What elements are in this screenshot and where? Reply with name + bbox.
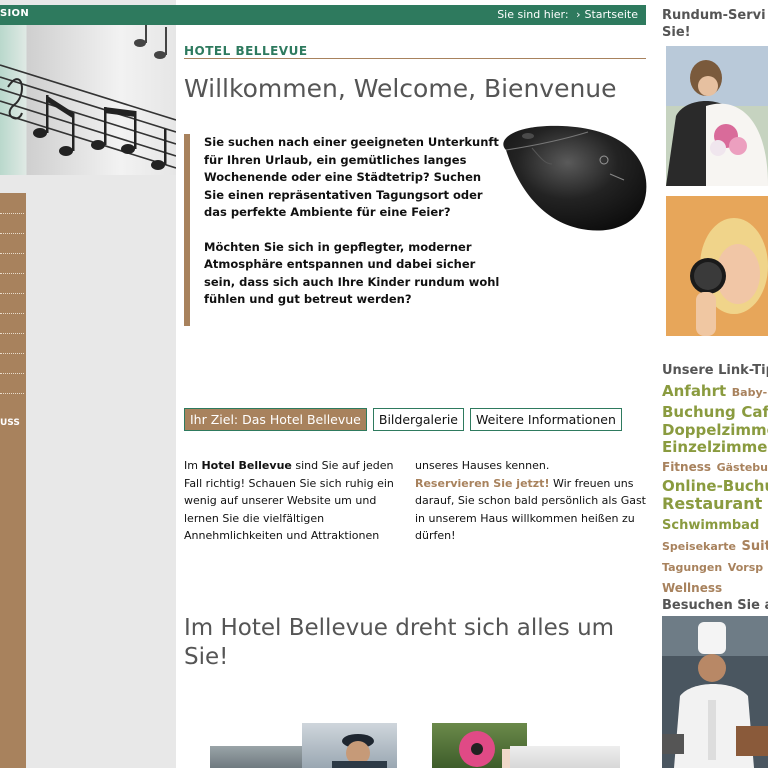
- tab-bildergalerie[interactable]: Bildergalerie: [372, 408, 465, 431]
- body-text-right: unseres Hauses kennen. Reservieren Sie je…: [415, 457, 646, 545]
- tag-anfahrt[interactable]: Anfahrt: [662, 382, 726, 400]
- intro-box: Sie suchen nach einer geeigneten Unterku…: [184, 134, 504, 326]
- nav-item-label[interactable]: USS: [0, 418, 20, 428]
- tab-hotel-bellevue[interactable]: Ihr Ziel: Das Hotel Bellevue: [184, 408, 367, 431]
- tag-vorspeisen[interactable]: Vorsp: [728, 561, 763, 574]
- nav-divider: [0, 273, 24, 274]
- top-bar: SION Sie sind hier: › Startseite: [0, 5, 646, 25]
- tag-cafe[interactable]: Café: [741, 403, 768, 421]
- tag-schwimmbad[interactable]: Schwimmbad: [662, 518, 759, 533]
- tag-baby[interactable]: Baby-S: [732, 386, 768, 399]
- nav-divider: [0, 213, 24, 214]
- gallery-photo-worker: [302, 723, 397, 768]
- nav-divider: [0, 373, 24, 374]
- nav-divider: [0, 353, 24, 354]
- tag-buchung[interactable]: Buchung: [662, 403, 736, 421]
- tab-bar: Ihr Ziel: Das Hotel Bellevue Bildergaler…: [184, 408, 622, 431]
- intro-paragraph-1: Sie suchen nach einer geeigneten Unterku…: [204, 135, 499, 219]
- gallery-photo: [510, 746, 620, 768]
- breadcrumb: Sie sind hier: › Startseite: [497, 8, 638, 21]
- nav-divider: [0, 313, 24, 314]
- section-title: Im Hotel Bellevue dreht sich alles um Si…: [184, 615, 615, 670]
- tag-restaurant[interactable]: Restaurant: [662, 494, 762, 513]
- link-tips-heading: Unsere Link-Tip: [662, 363, 768, 378]
- tag-tagungen[interactable]: Tagungen: [662, 561, 722, 574]
- tag-speisekarte[interactable]: Speisekarte: [662, 540, 736, 553]
- nav-divider: [0, 293, 24, 294]
- tag-einzelzimmer[interactable]: Einzelzimmer: [662, 438, 768, 456]
- woman-mirror-photo: [666, 196, 768, 336]
- intro-paragraph-2: Möchten Sie sich in gepflegter, moderner…: [204, 239, 500, 307]
- tag-suite[interactable]: Suite: [742, 539, 768, 554]
- wedding-photo: [666, 46, 768, 186]
- tag-gaestebuch[interactable]: Gästebuch: [717, 461, 768, 474]
- sheet-music-image: [0, 25, 176, 175]
- reserve-now-link[interactable]: Reservieren Sie jetzt!: [415, 477, 549, 490]
- version-label: SION: [0, 8, 29, 19]
- tag-wellness[interactable]: Wellness: [662, 581, 722, 595]
- nav-divider: [0, 333, 24, 334]
- tab-weitere-informationen[interactable]: Weitere Informationen: [470, 408, 622, 431]
- hotel-name-bold: Hotel Bellevue: [201, 459, 292, 472]
- nav-divider: [0, 233, 24, 234]
- breadcrumb-chevron-icon: ›: [576, 8, 581, 21]
- body-text: unseres Hauses kennen.: [415, 459, 550, 472]
- brand-divider: [184, 58, 646, 59]
- tag-online-buchung[interactable]: Online-Buchu: [662, 477, 768, 495]
- nav-divider: [0, 393, 24, 394]
- tag-doppelzimmer[interactable]: Doppelzimme: [662, 421, 768, 439]
- computer-mouse-image: [492, 120, 650, 242]
- chef-photo: [662, 616, 768, 768]
- page-title: Willkommen, Welcome, Bienvenue: [184, 74, 617, 103]
- nav-divider: [0, 253, 24, 254]
- hotel-brand: HOTEL BELLEVUE: [184, 44, 308, 58]
- service-heading: Rundum-Servi Sie!: [662, 8, 766, 40]
- breadcrumb-home-link[interactable]: Startseite: [584, 8, 638, 21]
- left-nav: [0, 193, 26, 768]
- tag-fitness[interactable]: Fitness: [662, 460, 711, 474]
- tag-cloud: Anfahrt Baby-S Buchung Café Doppelzimme …: [662, 381, 768, 598]
- breadcrumb-prefix: Sie sind hier:: [497, 8, 569, 21]
- visit-heading: Besuchen Sie a: [662, 598, 768, 613]
- body-text: Im: [184, 459, 202, 472]
- body-text-left: Im Hotel Bellevue sind Sie auf jeden Fal…: [184, 457, 406, 545]
